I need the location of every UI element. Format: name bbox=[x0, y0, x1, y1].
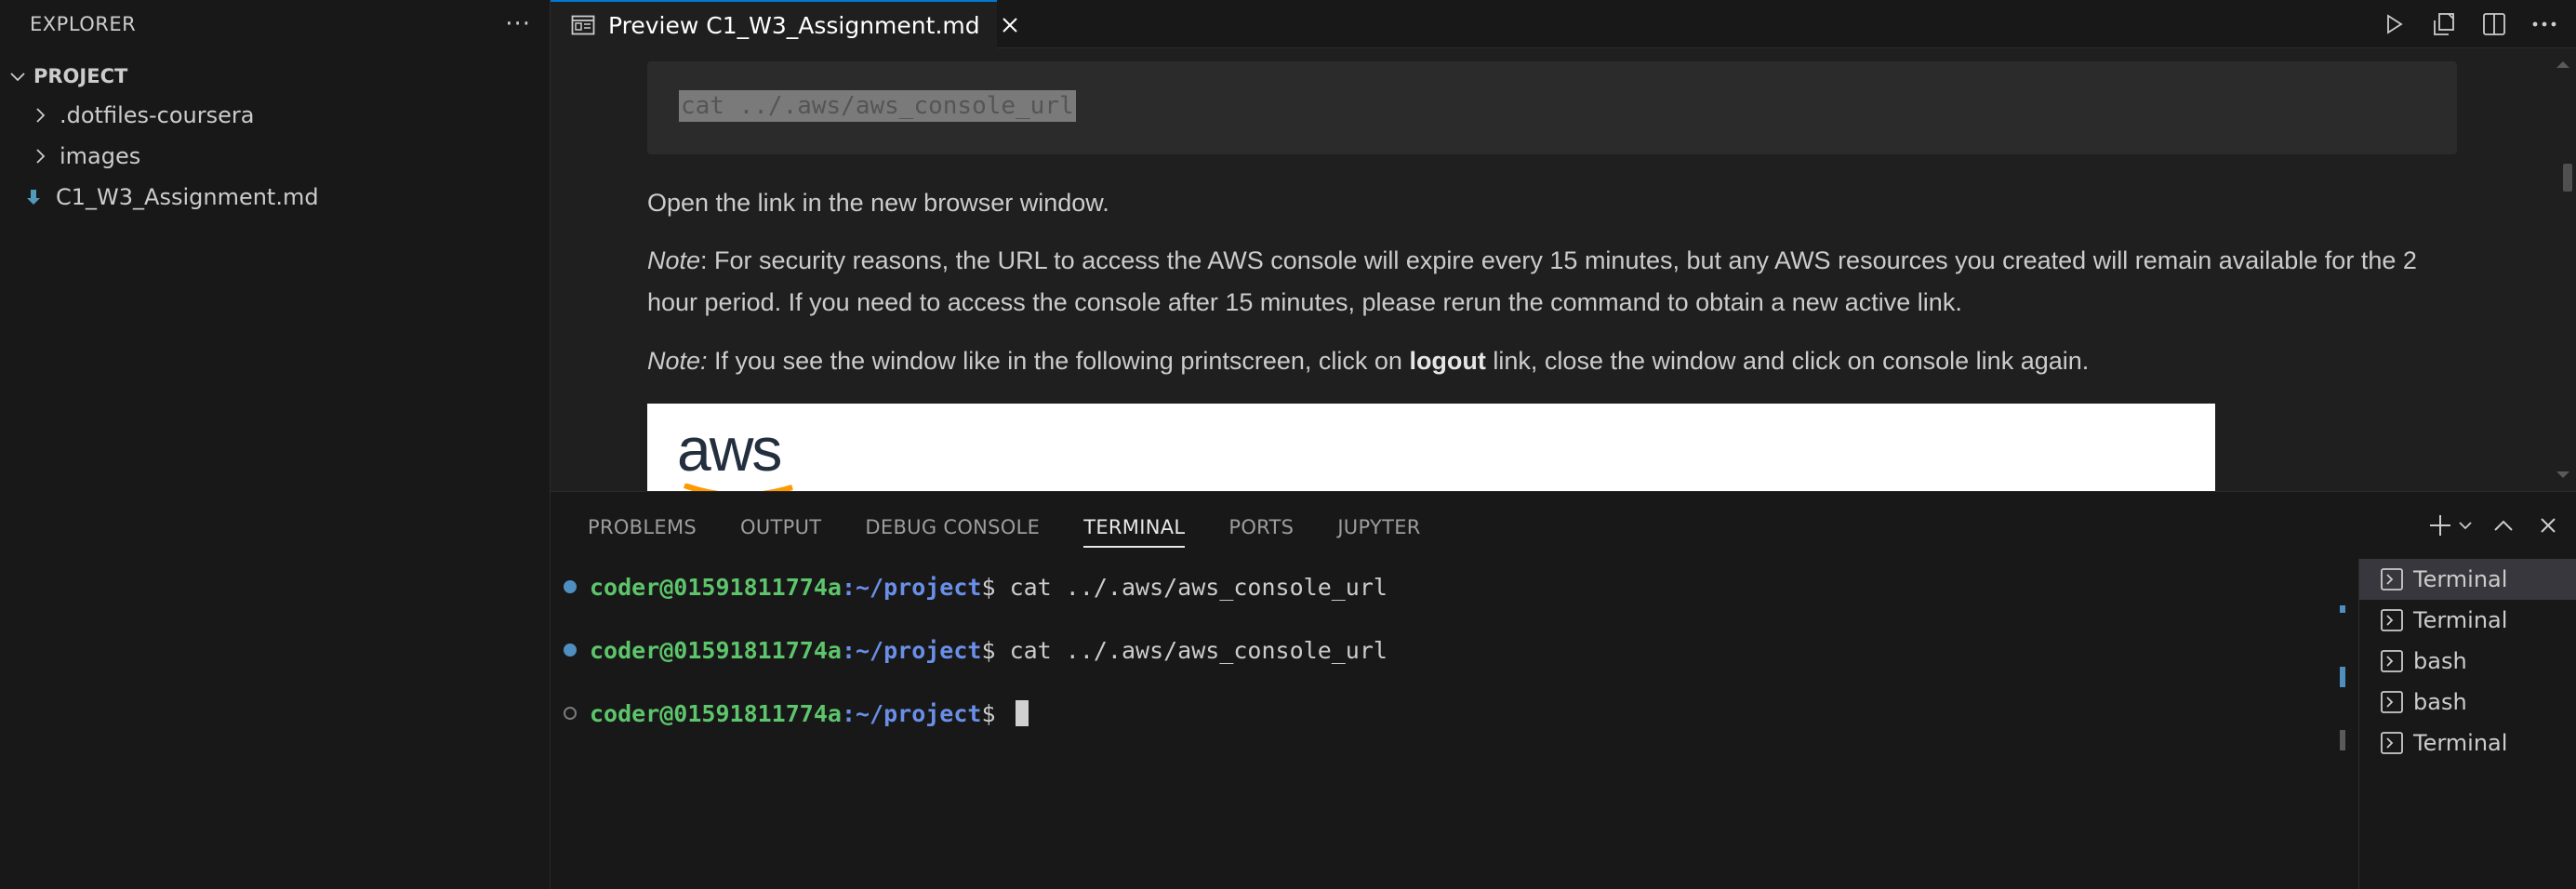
aws-smile-icon bbox=[683, 484, 793, 491]
note-label: Note: bbox=[647, 347, 708, 375]
note-text: : For security reasons, the URL to acces… bbox=[647, 246, 2417, 316]
prompt-path: :~/project bbox=[841, 573, 982, 601]
terminal-icon bbox=[2380, 608, 2404, 632]
terminal-icon bbox=[2380, 567, 2404, 591]
terminal-cursor bbox=[1015, 700, 1029, 726]
aws-logo: aws bbox=[677, 415, 782, 484]
scrollbar-thumb[interactable] bbox=[2563, 164, 2572, 192]
tab-output[interactable]: OUTPUT bbox=[740, 492, 821, 563]
terminal-line: coder@01591811774a:~/project $ cat ../.aw… bbox=[564, 570, 1388, 604]
terminal-list-item[interactable]: Terminal bbox=[2359, 600, 2576, 641]
prompt-path: :~/project bbox=[841, 699, 982, 727]
explorer-header: EXPLORER ··· bbox=[0, 0, 550, 48]
tab-ports[interactable]: PORTS bbox=[1228, 492, 1294, 563]
scroll-overview-marker bbox=[2340, 730, 2345, 750]
code-block: cat ../.aws/aws_console_url bbox=[647, 61, 2457, 154]
terminal-list-label: bash bbox=[2413, 689, 2467, 715]
chevron-right-icon bbox=[28, 144, 52, 168]
bottom-panel: PROBLEMS OUTPUT DEBUG CONSOLE TERMINAL P… bbox=[551, 491, 2576, 889]
paragraph-security-note: Note: For security reasons, the URL to a… bbox=[647, 240, 2470, 324]
tree-item-dotfiles[interactable]: .dotfiles-coursera bbox=[0, 95, 550, 136]
close-icon[interactable] bbox=[1001, 13, 1019, 37]
command-success-icon[interactable] bbox=[564, 644, 577, 657]
terminal-list-label: Terminal bbox=[2413, 566, 2508, 592]
terminal-icon bbox=[2380, 649, 2404, 673]
prompt-symbol: $ bbox=[981, 636, 1010, 664]
terminal-line: coder@01591811774a:~/project $ bbox=[564, 697, 1029, 730]
prompt-path: :~/project bbox=[841, 636, 982, 664]
project-folder-label: PROJECT bbox=[33, 65, 128, 87]
terminal-icon bbox=[2380, 690, 2404, 714]
note-text: If you see the window like in the follow… bbox=[707, 347, 1410, 375]
tree-item-assignment-md[interactable]: C1_W3_Assignment.md bbox=[0, 177, 550, 218]
prompt-user: coder@01591811774a bbox=[590, 636, 842, 664]
tree-item-label: .dotfiles-coursera bbox=[60, 102, 255, 128]
explorer-sidebar: EXPLORER ··· PROJECT .dotfiles-coursera … bbox=[0, 0, 551, 889]
tab-problems[interactable]: PROBLEMS bbox=[588, 492, 697, 563]
editor-actions bbox=[2379, 0, 2559, 48]
tree-item-images[interactable]: images bbox=[0, 136, 550, 177]
markdown-file-icon bbox=[24, 187, 43, 207]
command-success-icon[interactable] bbox=[564, 580, 577, 593]
note-label: Note bbox=[647, 246, 701, 274]
terminal-line: coder@01591811774a:~/project $ cat ../.aw… bbox=[564, 633, 1388, 667]
markdown-preview-icon bbox=[571, 15, 595, 35]
open-changes-icon[interactable] bbox=[2429, 9, 2459, 39]
tab-debug-console[interactable]: DEBUG CONSOLE bbox=[865, 492, 1040, 563]
explorer-title: EXPLORER bbox=[30, 13, 137, 35]
terminal-list-item[interactable]: Terminal bbox=[2359, 723, 2576, 763]
terminal-command: cat ../.aws/aws_console_url bbox=[1009, 573, 1388, 601]
terminal-list-label: bash bbox=[2413, 648, 2467, 674]
paragraph-logout-note: Note: If you see the window like in the … bbox=[647, 340, 2470, 382]
tree-item-label: images bbox=[60, 143, 141, 169]
terminal-list-item[interactable]: bash bbox=[2359, 682, 2576, 723]
scroll-down-icon[interactable] bbox=[2554, 469, 2572, 482]
prompt-user: coder@01591811774a bbox=[590, 699, 842, 727]
code-text: cat ../.aws/aws_console_url bbox=[679, 90, 1076, 122]
tab-label: Preview C1_W3_Assignment.md bbox=[608, 11, 980, 39]
explorer-more-actions-icon[interactable]: ··· bbox=[505, 10, 531, 38]
close-panel-icon[interactable] bbox=[2533, 511, 2563, 540]
editor-tab-bar: Preview C1_W3_Assignment.md bbox=[551, 0, 2576, 48]
tab-preview-assignment[interactable]: Preview C1_W3_Assignment.md bbox=[551, 0, 1017, 48]
terminal-list-item[interactable]: Terminal bbox=[2359, 559, 2576, 600]
chevron-right-icon bbox=[28, 103, 52, 127]
paragraph-open-link: Open the link in the new browser window. bbox=[647, 189, 1109, 217]
panel-tabs: PROBLEMS OUTPUT DEBUG CONSOLE TERMINAL P… bbox=[588, 492, 1421, 563]
terminal-command: cat ../.aws/aws_console_url bbox=[1009, 636, 1388, 664]
panel-actions bbox=[2425, 511, 2563, 540]
scroll-overview-marker bbox=[2340, 605, 2345, 613]
prompt-symbol: $ bbox=[981, 573, 1010, 601]
run-icon[interactable] bbox=[2379, 9, 2409, 39]
prompt-symbol: $ bbox=[981, 699, 1010, 727]
prompt-user: coder@01591811774a bbox=[590, 573, 842, 601]
terminal-list-label: Terminal bbox=[2413, 730, 2508, 756]
scroll-up-icon[interactable] bbox=[2554, 58, 2572, 71]
markdown-preview[interactable]: cat ../.aws/aws_console_url Open the lin… bbox=[551, 48, 2576, 491]
new-terminal-icon[interactable] bbox=[2425, 511, 2455, 540]
maximize-panel-icon[interactable] bbox=[2489, 511, 2518, 540]
split-editor-icon[interactable] bbox=[2479, 9, 2509, 39]
terminal-icon bbox=[2380, 731, 2404, 755]
tab-terminal[interactable]: TERMINAL bbox=[1083, 492, 1186, 563]
chevron-down-icon bbox=[6, 64, 30, 88]
note-text: link, close the window and click on cons… bbox=[1485, 347, 2090, 375]
more-actions-icon[interactable] bbox=[2530, 9, 2559, 39]
logout-bold: logout bbox=[1409, 347, 1486, 375]
aws-screenshot-image: aws bbox=[647, 404, 2215, 491]
terminal-list-item[interactable]: bash bbox=[2359, 641, 2576, 682]
command-pending-icon[interactable] bbox=[564, 707, 577, 720]
terminal-list-label: Terminal bbox=[2413, 607, 2508, 633]
tab-jupyter[interactable]: JUPYTER bbox=[1337, 492, 1420, 563]
terminal-output[interactable]: coder@01591811774a:~/project $ cat ../.aw… bbox=[551, 563, 2358, 889]
preview-scrollbar[interactable] bbox=[2548, 48, 2576, 491]
terminal-list: Terminal Terminal bash bash Terminal bbox=[2358, 559, 2576, 889]
project-folder[interactable]: PROJECT bbox=[0, 58, 550, 95]
tree-item-label: C1_W3_Assignment.md bbox=[56, 184, 319, 210]
scroll-overview-marker bbox=[2340, 667, 2345, 687]
chevron-down-icon[interactable] bbox=[2457, 511, 2474, 540]
